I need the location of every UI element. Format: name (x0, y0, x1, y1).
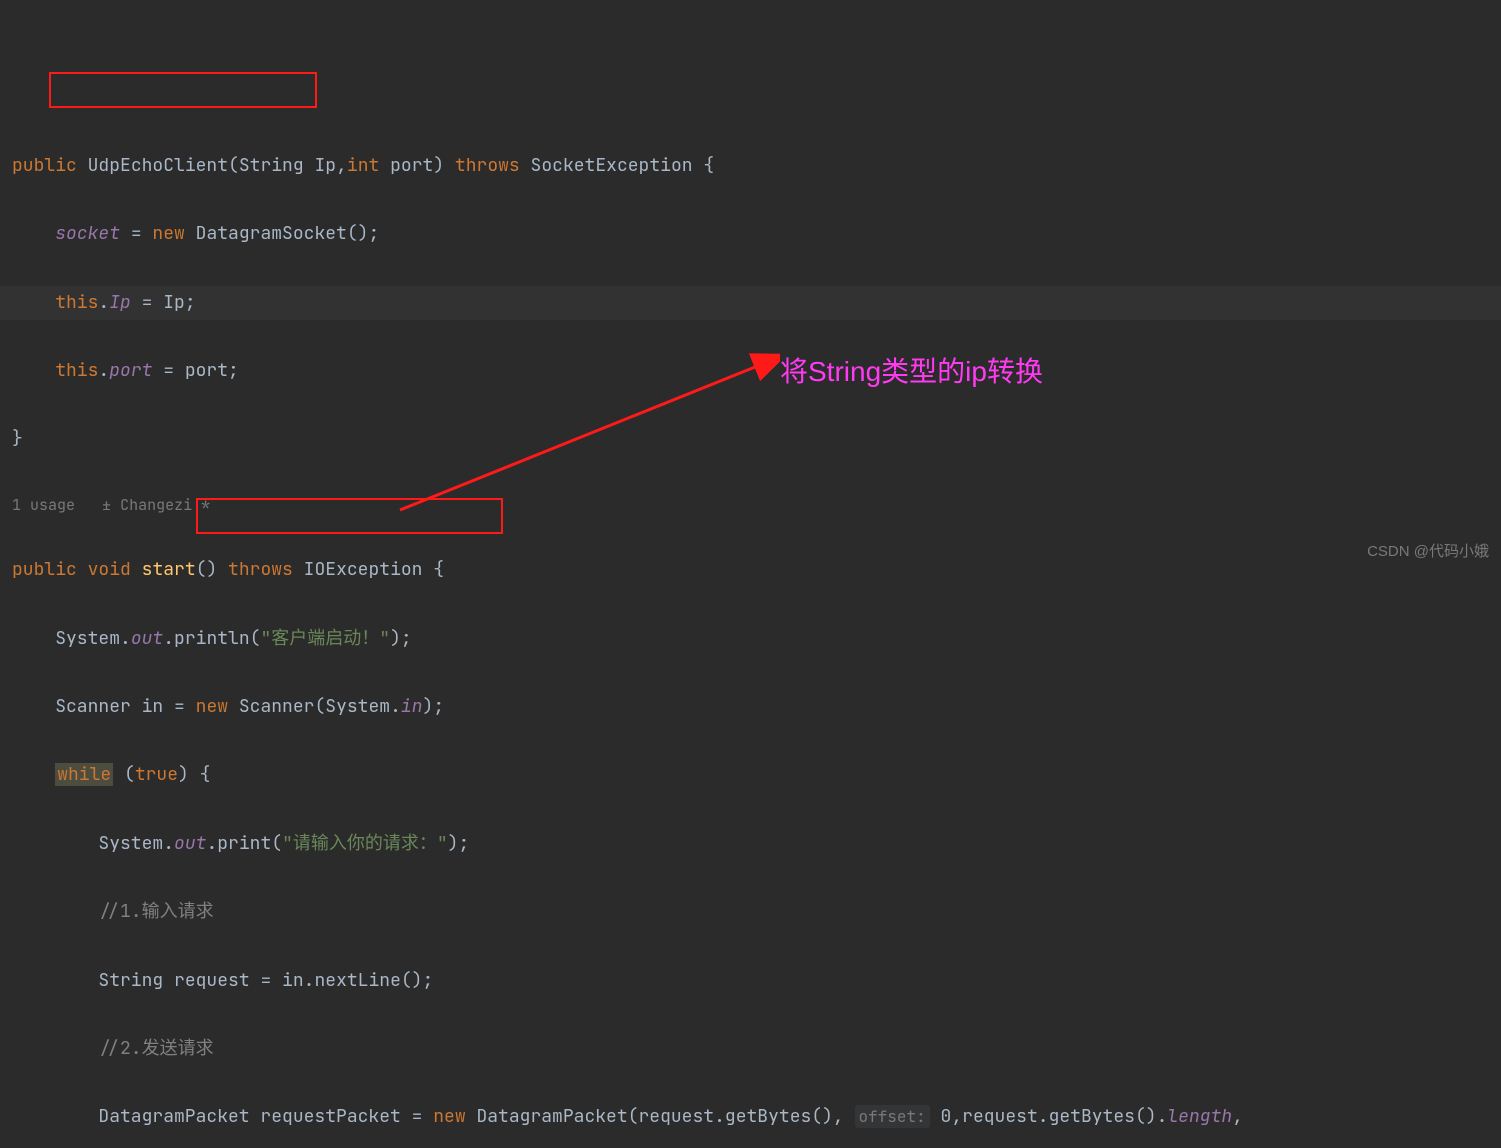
code-line-9: while (true) { (0, 758, 1501, 792)
comment-1: //1.输入请求 (98, 900, 213, 923)
keyword-void: void (88, 558, 131, 581)
string-literal-1: "客户端启动！" (260, 627, 390, 650)
method-start: start (142, 558, 196, 581)
class-scanner-2: Scanner (239, 695, 315, 718)
code-line-14: DatagramPacket requestPacket = new Datag… (0, 1100, 1501, 1134)
code-line-3: this.Ip = Ip; (0, 286, 1501, 320)
param-name-port: port (390, 154, 433, 177)
string-literal-2: "请输入你的请求：" (282, 832, 448, 855)
keyword-while: while (55, 763, 113, 786)
keyword-public: public (12, 154, 77, 177)
keyword-this: this (55, 291, 98, 314)
code-line-13: //2.发送请求 (0, 1032, 1501, 1066)
exception-io: IOException (304, 558, 423, 581)
code-line-5: } (0, 422, 1501, 456)
usage-count: 1 usage (12, 495, 75, 515)
literal-zero: 0 (941, 1105, 952, 1128)
code-line-7: System.out.println("客户端启动！"); (0, 622, 1501, 656)
annotation-text: 将String类型的ip转换 (780, 345, 1043, 398)
var-in-2: in (282, 969, 304, 992)
method-getbytes-2: getBytes (1049, 1105, 1135, 1128)
class-name: UdpEchoClient (88, 154, 228, 177)
author-name: Changezi * (120, 495, 210, 515)
keyword-public-2: public (12, 558, 77, 581)
var-request-2: request (638, 1105, 714, 1128)
author-icon: ± (102, 495, 111, 515)
code-line-12: String request = in.nextLine(); (0, 964, 1501, 998)
field-length: length (1167, 1105, 1232, 1128)
type-string: String (98, 969, 163, 992)
method-getbytes: getBytes (725, 1105, 811, 1128)
param-name: Ip (314, 154, 336, 177)
field-port: port (109, 359, 152, 382)
var-requestpacket: requestPacket (260, 1105, 400, 1128)
code-line-11: //1.输入请求 (0, 895, 1501, 929)
keyword-new: new (152, 222, 184, 245)
keyword-throws-2: throws (228, 558, 293, 581)
class-datagrampacket-2: DatagramPacket (476, 1105, 627, 1128)
method-println: println (174, 627, 250, 650)
exception-type: SocketException (531, 154, 693, 177)
code-line-2: socket = new DatagramSocket(); (0, 217, 1501, 251)
param-type: String (239, 154, 304, 177)
keyword-new-3: new (433, 1105, 465, 1128)
keyword-new-2: new (196, 695, 228, 718)
watermark-text: CSDN @代码小娥 (1367, 538, 1489, 567)
usage-hint[interactable]: 1 usage ± Changezi * (0, 491, 1501, 520)
class-system-3: System (98, 832, 163, 855)
field-in-sys: in (401, 695, 423, 718)
keyword-this-2: this (55, 359, 98, 382)
var-request-3: request (962, 1105, 1038, 1128)
var-port: port (185, 359, 228, 382)
class-scanner: Scanner (55, 695, 131, 718)
param-hint-offset: offset: (855, 1105, 930, 1128)
code-line-8: Scanner in = new Scanner(System.in); (0, 690, 1501, 724)
field-out: out (131, 627, 163, 650)
param-type-int: int (347, 154, 379, 177)
field-ip: Ip (109, 291, 131, 314)
class-system-2: System (325, 695, 390, 718)
var-in: in (142, 695, 164, 718)
code-line-6: public void start() throws IOException { (0, 553, 1501, 587)
var-ip: Ip (163, 291, 185, 314)
method-nextline: nextLine (314, 969, 400, 992)
code-line-4: this.port = port; (0, 354, 1501, 388)
method-print: print (217, 832, 271, 855)
var-request: request (174, 969, 250, 992)
class-system: System (55, 627, 120, 650)
class-datagramsocket: DatagramSocket (196, 222, 347, 245)
code-line-1: public UdpEchoClient(String Ip,int port)… (0, 149, 1501, 183)
code-line-10: System.out.print("请输入你的请求："); (0, 827, 1501, 861)
field-out-2: out (174, 832, 206, 855)
keyword-true: true (135, 763, 178, 786)
class-datagrampacket: DatagramPacket (98, 1105, 249, 1128)
comment-2: //2.发送请求 (98, 1037, 213, 1060)
keyword-throws: throws (455, 154, 520, 177)
field-socket: socket (55, 222, 120, 245)
highlight-box-1 (49, 72, 317, 108)
